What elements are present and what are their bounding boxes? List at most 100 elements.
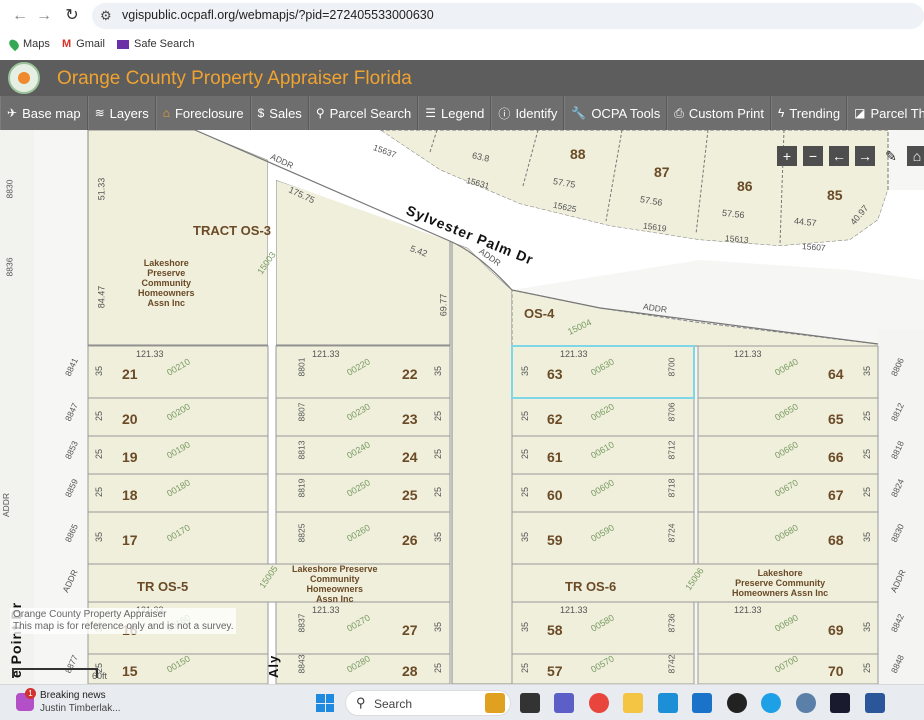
lot-number: 69 — [828, 622, 844, 638]
lot-dimension: 69.77 — [438, 293, 449, 317]
back-button[interactable]: ← — [10, 6, 30, 26]
toolbar-legend-button[interactable]: ☰ Legend — [418, 96, 492, 130]
address-label: 8718 — [666, 478, 677, 498]
address-label: 8836 — [4, 257, 15, 277]
map-view[interactable]: Sylvester Palm Dr e Point Dr Aly TRACT O… — [0, 130, 924, 684]
bookmark-label: Safe Search — [134, 38, 195, 50]
owner-line: Community — [141, 278, 192, 288]
lot-number: 19 — [122, 449, 138, 465]
home-button[interactable]: ⌂ — [907, 146, 924, 166]
toolbar-button-label: Trending — [789, 105, 841, 121]
toolbar-base-map-button[interactable]: ✈ Base map — [0, 96, 88, 130]
cortana-icon[interactable] — [761, 693, 781, 713]
briefcase-icon[interactable] — [485, 693, 505, 713]
printer-icon: ⎙ — [674, 105, 684, 120]
news-subtitle[interactable]: Justin Timberlak... — [40, 703, 121, 714]
forward-button[interactable]: → — [34, 6, 54, 26]
windows-start-icon[interactable] — [316, 694, 334, 712]
previous-extent-button[interactable]: ← — [829, 146, 849, 166]
next-extent-button[interactable]: → — [855, 146, 875, 166]
lot-number: 68 — [828, 532, 844, 548]
parcel-lot-69[interactable] — [697, 601, 879, 655]
app-header: Orange County Property Appraiser Florida — [0, 60, 924, 96]
address-label: 8700 — [666, 357, 677, 377]
mail-envelope-icon — [117, 39, 129, 49]
address-label: 8830 — [4, 179, 15, 199]
owner-line: Preserve Community — [735, 578, 826, 588]
news-title[interactable]: Breaking news — [40, 690, 106, 701]
street-label-alley: Aly — [266, 654, 281, 678]
store-icon[interactable] — [692, 693, 712, 713]
address-label: 8813 — [296, 440, 307, 460]
bookmark-maps[interactable]: Maps — [7, 37, 50, 51]
addr-label: ADDR — [1, 492, 12, 518]
search-icon: ⚲ — [356, 695, 366, 710]
tract-label-os6: TR OS-6 — [565, 579, 617, 594]
task-view-icon[interactable] — [519, 693, 540, 713]
lot-number: 61 — [547, 449, 563, 465]
toolbar-custom-print-button[interactable]: ⎙ Custom Print — [667, 96, 771, 130]
parcel-lot-64[interactable] — [697, 345, 879, 399]
parcel-lot-66[interactable] — [697, 435, 879, 475]
lot-dimension: 84.47 — [96, 285, 107, 309]
teams-icon[interactable] — [554, 693, 574, 713]
parcel-lot-65[interactable] — [697, 397, 879, 437]
lot-width-label: 35 — [862, 365, 873, 377]
zoom-out-button[interactable]: − — [803, 146, 823, 166]
site-settings-icon[interactable]: ⚙ — [100, 8, 112, 24]
list-icon: ☰ — [425, 106, 437, 120]
bookmark-gmail[interactable]: M Gmail — [62, 38, 105, 50]
waves-icon[interactable] — [830, 693, 850, 713]
bookmarks-bar: Maps M Gmail Safe Search — [0, 32, 924, 60]
dell-icon[interactable] — [726, 693, 747, 713]
address-label: 8736 — [666, 613, 677, 633]
lot-number: 18 — [122, 487, 138, 503]
toolbar-button-label: OCPA Tools — [591, 105, 661, 121]
edge-icon[interactable] — [657, 693, 678, 713]
tract-label-os3: TRACT OS-3 — [193, 223, 271, 238]
toolbar-trending-button[interactable]: ϟ Trending — [770, 96, 848, 130]
settings-icon[interactable] — [795, 693, 816, 713]
lot-width-label: 25 — [520, 486, 531, 498]
lot-number: 26 — [402, 532, 418, 548]
parcel-lot-67[interactable] — [697, 473, 879, 513]
owner-label-os5: Lakeshore Preserve Community Homeowners Ass… — [292, 564, 378, 604]
address-label: 8825 — [296, 523, 307, 543]
address-label: 8712 — [666, 440, 677, 460]
toolbar-parcel-search-button[interactable]: ⚲ Parcel Search — [308, 96, 419, 130]
tract-label-os5: TR OS-5 — [137, 579, 189, 594]
house-icon: ⌂ — [162, 106, 170, 120]
toolbar-parcel-theme-button[interactable]: ◪ Parcel Theme — [847, 96, 924, 130]
word-icon[interactable] — [864, 693, 885, 713]
address-label: 8807 — [296, 402, 307, 422]
lot-number: 28 — [402, 663, 418, 679]
lot-number: 24 — [402, 449, 418, 465]
chrome-icon[interactable] — [588, 693, 609, 713]
url-field[interactable]: ⚙ vgispublic.ocpafl.org/webmapjs/?pid=27… — [92, 3, 924, 29]
zoom-in-button[interactable]: + — [777, 146, 797, 166]
toolbar-identify-button[interactable]: ⓘ Identify — [491, 96, 565, 130]
ocpa-logo[interactable] — [8, 62, 40, 94]
scale-label: 60ft — [92, 671, 108, 681]
reload-button[interactable]: ↻ — [62, 6, 82, 26]
file-explorer-icon[interactable] — [623, 693, 643, 713]
bookmark-safe-search[interactable]: Safe Search — [117, 38, 195, 50]
eraser-button[interactable]: ✎ — [881, 146, 901, 166]
lot-number: 87 — [654, 164, 670, 180]
lot-width-label: 25 — [520, 662, 531, 674]
toolbar-ocpa-tools-button[interactable]: 🔧 OCPA Tools — [564, 96, 668, 130]
toolbar-button-label: Parcel Theme — [870, 105, 924, 121]
frontage-label: 121.33 — [734, 605, 762, 615]
lot-width-label: 35 — [94, 531, 105, 543]
parcel-lot-68[interactable] — [697, 511, 879, 565]
owner-line: Assn Inc — [147, 298, 186, 308]
url-text[interactable]: vgispublic.ocpafl.org/webmapjs/?pid=2724… — [122, 8, 434, 22]
toolbar-sales-button[interactable]: $ Sales — [250, 96, 309, 130]
wrench-icon: 🔧 — [571, 106, 587, 120]
lot-number: 23 — [402, 411, 418, 427]
toolbar-layers-button[interactable]: ≋ Layers — [87, 96, 156, 130]
lot-number: 63 — [547, 366, 563, 382]
disclaimer-line: This map is for reference only and is no… — [13, 621, 234, 632]
parcel-common-center[interactable] — [451, 241, 513, 684]
toolbar-foreclosure-button[interactable]: ⌂ Foreclosure — [155, 96, 251, 130]
